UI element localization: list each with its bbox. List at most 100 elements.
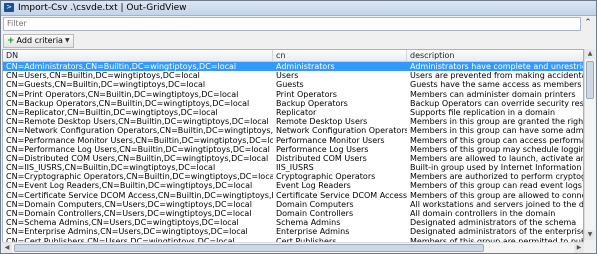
horizontal-scroll-thumb[interactable] xyxy=(14,244,484,252)
cn-cell: Guests xyxy=(276,80,304,90)
description-cell: Members are allowed to launch, activate … xyxy=(410,153,583,163)
table-row[interactable]: CN=Network Configuration Operators,CN=Bu… xyxy=(3,126,583,135)
table-row[interactable]: CN=Remote Desktop Users,CN=Builtin,DC=wi… xyxy=(3,117,583,126)
dn-cell: CN=Administrators,CN=Builtin,DC=wingtipt… xyxy=(6,62,237,71)
description-cell: Members are authorized to perform crypto… xyxy=(410,172,583,182)
description-cell: Built-in group used by Internet Informat… xyxy=(410,163,583,173)
table-row[interactable]: CN=Backup Operators,CN=Builtin,DC=wingti… xyxy=(3,99,583,108)
dn-cell: CN=Backup Operators,CN=Builtin,DC=wingti… xyxy=(6,98,250,108)
dn-cell: CN=Performance Log Users,CN=Builtin,DC=w… xyxy=(6,144,270,154)
cn-cell: Performance Log Users xyxy=(276,144,369,154)
cn-cell: Domain Computers xyxy=(276,199,354,209)
description-cell: Members can administer domain printers xyxy=(410,89,576,99)
dn-cell: CN=Cryptographic Operators,CN=Builtin,DC… xyxy=(6,172,273,182)
description-cell: All workstations and servers joined to t… xyxy=(410,199,583,209)
dn-cell: CN=Domain Computers,CN=Users,DC=wingtipt… xyxy=(6,199,252,209)
table-row[interactable]: CN=Domain Controllers,CN=Users,DC=wingti… xyxy=(3,209,583,218)
cn-cell: Distributed COM Users xyxy=(276,153,367,163)
vertical-scrollbar[interactable]: ▲ ▼ xyxy=(584,49,595,240)
cn-cell: Cryptographic Operators xyxy=(276,172,376,182)
table-row[interactable]: CN=Distributed COM Users,CN=Builtin,DC=w… xyxy=(3,154,583,163)
title-bar[interactable]: > Import-Csv .\csvde.txt | Out-GridView xyxy=(1,1,596,16)
scroll-up-icon[interactable]: ▲ xyxy=(585,49,595,59)
description-cell: Members of this group can read event log… xyxy=(410,181,583,191)
table-row[interactable]: CN=Schema Admins,CN=Users,DC=wingtiptoys… xyxy=(3,218,583,227)
description-cell: Designated administrators of the enterpr… xyxy=(410,227,583,237)
dn-cell: CN=Remote Desktop Users,CN=Builtin,DC=wi… xyxy=(6,117,269,127)
powershell-icon: > xyxy=(4,3,14,12)
cn-cell: Users xyxy=(276,71,299,81)
description-cell: Members of this group are allowed to con… xyxy=(410,190,583,200)
filter-input[interactable] xyxy=(3,17,581,31)
table-row[interactable]: CN=IIS_IUSRS,CN=Builtin,DC=wingtiptoys,D… xyxy=(3,163,583,172)
description-cell: Guests have the same access as members o… xyxy=(410,80,583,90)
column-header-description[interactable]: description xyxy=(407,50,583,61)
dn-cell: CN=Enterprise Admins,CN=Users,DC=wingtip… xyxy=(6,227,248,237)
table-row[interactable]: CN=Certificate Service DCOM Access,CN=Bu… xyxy=(3,191,583,200)
description-cell: Members of this group can access perform… xyxy=(410,135,583,145)
data-grid: DN cn description CN=Administrators,CN=B… xyxy=(2,49,584,252)
cn-cell: Schema Admins xyxy=(276,218,341,228)
table-row[interactable]: CN=Administrators,CN=Builtin,DC=wingtipt… xyxy=(3,62,583,72)
description-cell: Members in this group are granted the ri… xyxy=(410,117,583,127)
scroll-left-icon[interactable]: ◀ xyxy=(2,243,12,253)
dn-cell: CN=Distributed COM Users,CN=Builtin,DC=w… xyxy=(6,153,269,163)
scroll-down-icon[interactable]: ▼ xyxy=(585,230,595,240)
cn-cell: Performance Monitor Users xyxy=(276,135,385,145)
cn-cell: Enterprise Admins xyxy=(276,227,350,237)
cn-cell: IIS_IUSRS xyxy=(276,163,314,173)
dn-cell: CN=Certificate Service DCOM Access,CN=Bu… xyxy=(6,190,273,200)
filter-row: ⌃ xyxy=(1,16,596,32)
table-row[interactable]: CN=Guests,CN=Builtin,DC=wingtiptoys,DC=l… xyxy=(3,80,583,89)
description-cell: Users are prevented from making accident… xyxy=(410,71,583,81)
criteria-row: + Add criteria ▼ xyxy=(1,33,596,49)
table-row[interactable]: CN=Performance Monitor Users,CN=Builtin,… xyxy=(3,136,583,145)
cn-cell: Event Log Readers xyxy=(276,181,351,191)
description-cell: Designated administrators of the schema xyxy=(410,218,577,228)
dn-cell: CN=Print Operators,CN=Builtin,DC=wingtip… xyxy=(6,89,239,99)
dn-cell: CN=Domain Controllers,CN=Users,DC=wingti… xyxy=(6,209,252,218)
add-criteria-button[interactable]: + Add criteria ▼ xyxy=(3,34,74,48)
grid-rows: CN=Administrators,CN=Builtin,DC=wingtipt… xyxy=(3,62,583,251)
chevron-down-icon: ▼ xyxy=(64,37,70,44)
table-row[interactable]: CN=Domain Computers,CN=Users,DC=wingtipt… xyxy=(3,200,583,209)
add-criteria-label: Add criteria xyxy=(16,36,63,45)
description-cell: Supports file replication in a domain xyxy=(410,107,556,117)
dn-cell: CN=Guests,CN=Builtin,DC=wingtiptoys,DC=l… xyxy=(6,80,206,90)
collapse-filter-icon[interactable]: ⌃ xyxy=(582,17,594,29)
description-cell: All domain controllers in the domain xyxy=(410,209,556,218)
dn-cell: CN=Schema Admins,CN=Users,DC=wingtiptoys… xyxy=(6,218,239,228)
table-row[interactable]: CN=Enterprise Admins,CN=Users,DC=wingtip… xyxy=(3,227,583,236)
table-row[interactable]: CN=Event Log Readers,CN=Builtin,DC=wingt… xyxy=(3,181,583,190)
dn-cell: CN=Users,CN=Builtin,DC=wingtiptoys,DC=lo… xyxy=(6,71,200,81)
cn-cell: Remote Desktop Users xyxy=(276,117,368,127)
column-header-cn[interactable]: cn xyxy=(273,50,407,61)
table-row[interactable]: CN=Replicator,CN=Builtin,DC=wingtiptoys,… xyxy=(3,108,583,117)
description-cell: Administrators have complete and unrestr… xyxy=(410,62,583,71)
dn-cell: CN=Replicator,CN=Builtin,DC=wingtiptoys,… xyxy=(6,107,218,117)
cn-cell: Replicator xyxy=(276,107,317,117)
dn-cell: CN=Performance Monitor Users,CN=Builtin,… xyxy=(6,135,273,145)
description-cell: Members in this group can have some admi… xyxy=(410,126,583,136)
dn-cell: CN=IIS_IUSRS,CN=Builtin,DC=wingtiptoys,D… xyxy=(6,163,216,173)
plus-icon: + xyxy=(7,36,15,46)
cn-cell: Network Configuration Operators xyxy=(276,126,407,136)
table-row[interactable]: CN=Cryptographic Operators,CN=Builtin,DC… xyxy=(3,172,583,181)
cn-cell: Print Operators xyxy=(276,89,337,99)
cn-cell: Administrators xyxy=(276,62,335,71)
cn-cell: Backup Operators xyxy=(276,98,348,108)
column-header-dn[interactable]: DN xyxy=(3,50,273,61)
vertical-scroll-thumb[interactable] xyxy=(586,61,594,99)
table-row[interactable]: CN=Print Operators,CN=Builtin,DC=wingtip… xyxy=(3,90,583,99)
dn-cell: CN=Network Configuration Operators,CN=Bu… xyxy=(6,126,273,136)
description-cell: Members of this group may schedule loggi… xyxy=(410,144,583,154)
cn-cell: Domain Controllers xyxy=(276,209,354,218)
window-title: Import-Csv .\csvde.txt | Out-GridView xyxy=(18,3,187,13)
grid-header: DN cn description xyxy=(3,50,583,62)
dn-cell: CN=Event Log Readers,CN=Builtin,DC=wingt… xyxy=(6,181,253,191)
horizontal-scrollbar[interactable]: ◀ ▶ xyxy=(2,242,584,253)
description-cell: Backup Operators can override security r… xyxy=(410,98,583,108)
scroll-right-icon[interactable]: ▶ xyxy=(574,243,584,253)
table-row[interactable]: CN=Users,CN=Builtin,DC=wingtiptoys,DC=lo… xyxy=(3,71,583,80)
table-row[interactable]: CN=Performance Log Users,CN=Builtin,DC=w… xyxy=(3,145,583,154)
